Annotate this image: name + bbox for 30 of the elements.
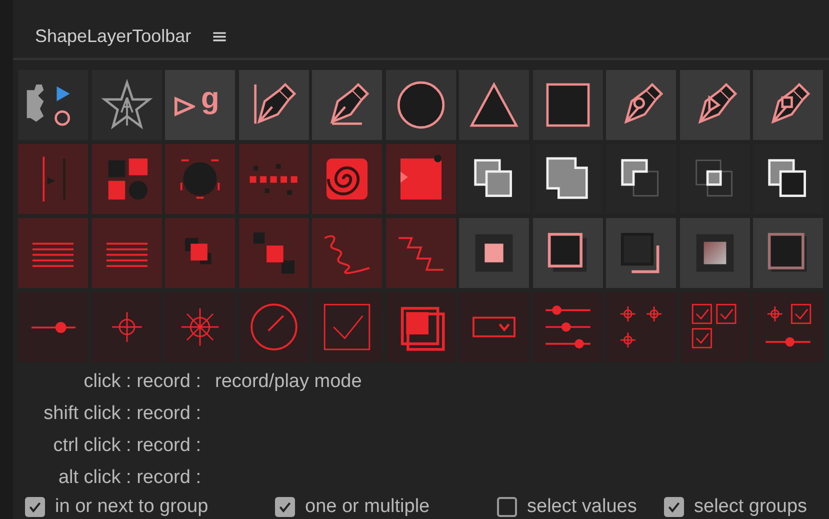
- tool-button[interactable]: [680, 218, 750, 288]
- panel-title: ShapeLayerToolbar: [35, 26, 192, 46]
- modifier-label: click : record :: [82, 370, 201, 394]
- tool-button[interactable]: [680, 70, 750, 140]
- tool-button[interactable]: [532, 218, 602, 288]
- option-checkbox[interactable]: one or multiple: [275, 496, 497, 518]
- tool-button[interactable]: [238, 70, 308, 140]
- tool-button[interactable]: [606, 70, 676, 140]
- tool-button[interactable]: [386, 70, 456, 140]
- tool-button[interactable]: [459, 218, 529, 288]
- tool-button[interactable]: [753, 70, 823, 140]
- option-checkbox[interactable]: select values: [497, 496, 664, 518]
- tool-button[interactable]: [532, 70, 602, 140]
- modifier-label: alt click : record :: [57, 466, 201, 490]
- modifier-label: ctrl click : record :: [52, 434, 201, 458]
- tool-button[interactable]: g: [165, 70, 235, 140]
- menu-button[interactable]: ≡: [207, 24, 232, 48]
- tool-button[interactable]: [459, 70, 529, 140]
- modifier-label: shift click : record :: [42, 402, 201, 426]
- option-checkbox[interactable]: select groups: [664, 496, 808, 518]
- checkbox[interactable]: [25, 497, 45, 517]
- modifier-value: record/play mode: [215, 370, 363, 394]
- checkbox[interactable]: [497, 497, 517, 517]
- tool-button[interactable]: [606, 218, 676, 288]
- slider-icon: [30, 322, 76, 332]
- tool-button[interactable]: [312, 70, 382, 140]
- checkbox[interactable]: [664, 497, 684, 517]
- checkbox[interactable]: [275, 497, 295, 517]
- play-triangle-icon: [174, 96, 195, 117]
- option-checkbox[interactable]: in or next to group: [25, 496, 275, 518]
